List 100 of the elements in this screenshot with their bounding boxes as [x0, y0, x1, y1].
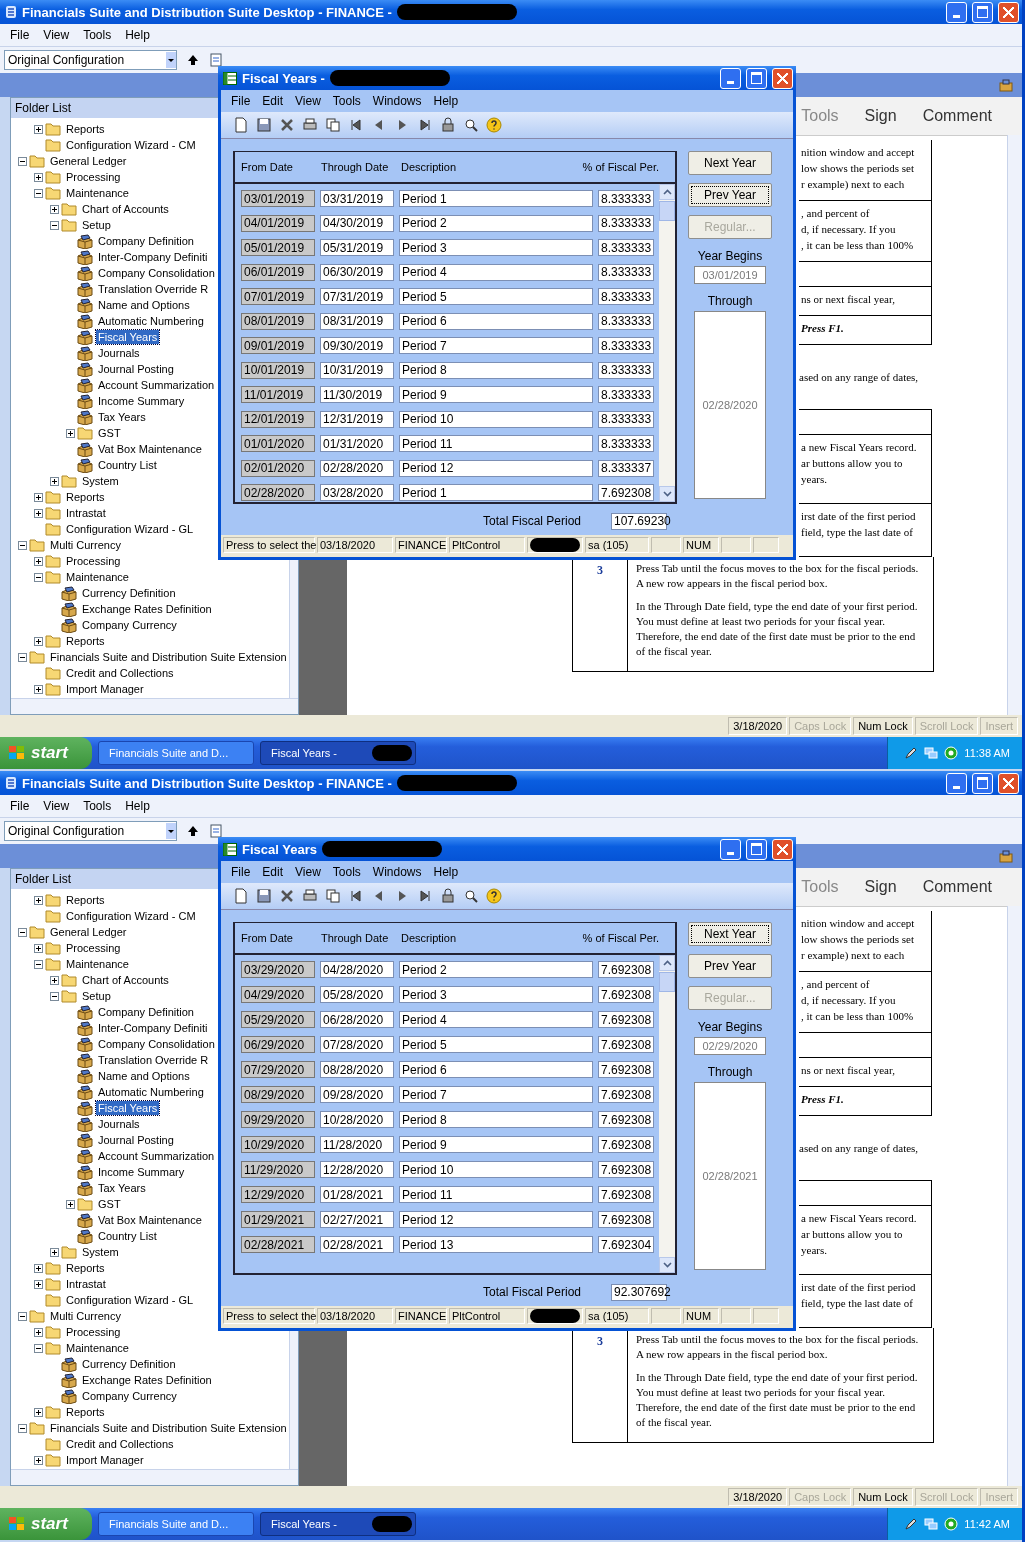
tree-item[interactable]: Import Manager [64, 1453, 146, 1467]
menu-item[interactable]: File [10, 799, 30, 813]
percent-field[interactable]: 8.333333 [598, 239, 654, 257]
tree-item[interactable]: Company Currency [80, 618, 179, 632]
tree-item[interactable]: Tax Years [96, 410, 148, 424]
tree-item[interactable]: Company Currency [80, 1389, 179, 1403]
description-field[interactable]: Period 2 [399, 961, 593, 978]
percent-field[interactable]: 8.333333 [598, 190, 654, 207]
tree-item[interactable]: Account Summarization [96, 378, 217, 392]
expand-icon[interactable] [49, 975, 59, 985]
percent-field[interactable]: 8.333333 [598, 410, 654, 428]
tree-item[interactable]: Import Manager [64, 682, 146, 696]
percent-field[interactable]: 8.333337 [598, 459, 654, 477]
tree-item[interactable]: Fiscal Years [96, 330, 160, 344]
tree-item[interactable]: Credit and Collections [64, 666, 176, 680]
through-date-field[interactable]: 02/28/2021 [320, 1236, 394, 1253]
expand-icon[interactable] [33, 943, 43, 953]
expand-icon[interactable] [33, 124, 43, 134]
percent-field[interactable]: 8.333333 [598, 337, 654, 355]
tree-item[interactable]: Name and Options [96, 298, 192, 312]
collapse-icon[interactable] [49, 220, 59, 230]
tree-item[interactable]: Financials Suite and Distribution Suite Extension [48, 650, 289, 664]
tree-item[interactable]: Chart of Accounts [80, 973, 171, 987]
expand-icon[interactable] [33, 895, 43, 905]
printer-icon[interactable] [302, 117, 318, 133]
through-date-field[interactable]: 04/30/2019 [320, 214, 394, 232]
description-field[interactable]: Period 7 [399, 337, 593, 355]
collapse-icon[interactable] [17, 156, 27, 166]
tree-item[interactable]: Inter-Company Definiti [96, 250, 210, 264]
percent-field[interactable]: 8.333333 [598, 386, 654, 404]
menu-item[interactable]: Help [433, 865, 459, 879]
search-icon[interactable] [463, 888, 479, 904]
through-date-field[interactable]: 02/28/2020 [320, 459, 394, 477]
through-date-field[interactable]: 03/31/2019 [320, 190, 394, 207]
dialog-button[interactable]: Prev Year [688, 183, 772, 207]
description-field[interactable]: Period 10 [399, 1161, 593, 1178]
tree-item[interactable]: Processing [64, 554, 123, 568]
percent-field[interactable]: 7.692308 [598, 961, 654, 978]
percent-field[interactable]: 7.692308 [598, 484, 654, 502]
search-icon[interactable] [463, 117, 479, 133]
menu-item[interactable]: Help [125, 28, 150, 42]
description-field[interactable]: Period 3 [399, 239, 593, 257]
through-date-field[interactable]: 01/28/2021 [320, 1186, 394, 1203]
menu-item[interactable]: Help [125, 799, 150, 813]
menu-item[interactable]: View [295, 865, 321, 879]
last-record-icon[interactable] [417, 888, 433, 904]
tree-item[interactable]: Maintenance [64, 186, 131, 200]
up-arrow-icon[interactable] [187, 54, 199, 66]
through-date-field[interactable]: 01/31/2020 [320, 435, 394, 453]
through-date-field[interactable]: 09/28/2020 [320, 1086, 394, 1103]
description-field[interactable]: Period 9 [399, 1136, 593, 1153]
scroll-up-icon[interactable] [662, 960, 672, 966]
through-date-field[interactable]: 12/31/2019 [320, 410, 394, 428]
collapse-icon[interactable] [17, 652, 27, 662]
tree-item[interactable]: Vat Box Maintenance [96, 442, 204, 456]
scroll-down-icon[interactable] [662, 491, 672, 497]
description-field[interactable]: Period 2 [399, 214, 593, 232]
description-field[interactable]: Period 6 [399, 1061, 593, 1078]
configuration-dropdown[interactable]: Original Configuration [4, 50, 177, 70]
through-date-field[interactable]: 07/31/2019 [320, 288, 394, 306]
tree-item[interactable]: Country List [96, 458, 159, 472]
tree-item[interactable]: System [80, 474, 121, 488]
expand-icon[interactable] [49, 204, 59, 214]
tree-item[interactable]: General Ledger [48, 925, 129, 939]
tree-item[interactable]: Exchange Rates Definition [80, 602, 214, 616]
percent-field[interactable]: 7.692308 [598, 1211, 654, 1228]
dialog-button[interactable]: Next Year [688, 151, 772, 175]
tree-item[interactable]: Vat Box Maintenance [96, 1213, 204, 1227]
expand-icon[interactable] [49, 1247, 59, 1257]
collapse-icon[interactable] [33, 959, 43, 969]
lock-icon[interactable] [440, 117, 456, 133]
tree-item[interactable]: Setup [80, 218, 113, 232]
tree-item[interactable]: Journals [96, 1117, 142, 1131]
toolbar-tab[interactable]: Comment [922, 878, 992, 896]
menu-item[interactable]: Windows [372, 94, 422, 108]
through-date-field[interactable]: 03/28/2020 [320, 484, 394, 502]
vertical-scrollbar[interactable] [1007, 906, 1022, 1486]
description-field[interactable]: Period 13 [399, 1236, 593, 1253]
circle-icon[interactable] [944, 746, 959, 760]
percent-field[interactable]: 7.692308 [598, 1136, 654, 1153]
tree-item[interactable]: Country List [96, 1229, 159, 1243]
pen-icon[interactable] [904, 1517, 919, 1531]
help-icon[interactable] [486, 117, 502, 133]
tree-item[interactable]: Reports [64, 1261, 107, 1275]
first-record-icon[interactable] [348, 117, 364, 133]
tree-item[interactable]: Maintenance [64, 957, 131, 971]
tree-item[interactable]: Tax Years [96, 1181, 148, 1195]
tree-item[interactable]: Multi Currency [48, 1309, 123, 1323]
expand-icon[interactable] [33, 492, 43, 502]
tree-item[interactable]: Processing [64, 170, 123, 184]
tree-item[interactable]: Chart of Accounts [80, 202, 171, 216]
circle-icon[interactable] [944, 1517, 959, 1531]
tree-item[interactable]: Company Consolidation [96, 266, 217, 280]
description-field[interactable]: Period 11 [399, 1186, 593, 1203]
restore-button[interactable] [972, 772, 993, 794]
collapse-icon[interactable] [17, 1311, 27, 1321]
dialog-button[interactable]: Next Year [688, 922, 772, 946]
document-icon[interactable] [209, 53, 223, 67]
expand-icon[interactable] [65, 428, 75, 438]
tree-item[interactable]: Processing [64, 1325, 123, 1339]
